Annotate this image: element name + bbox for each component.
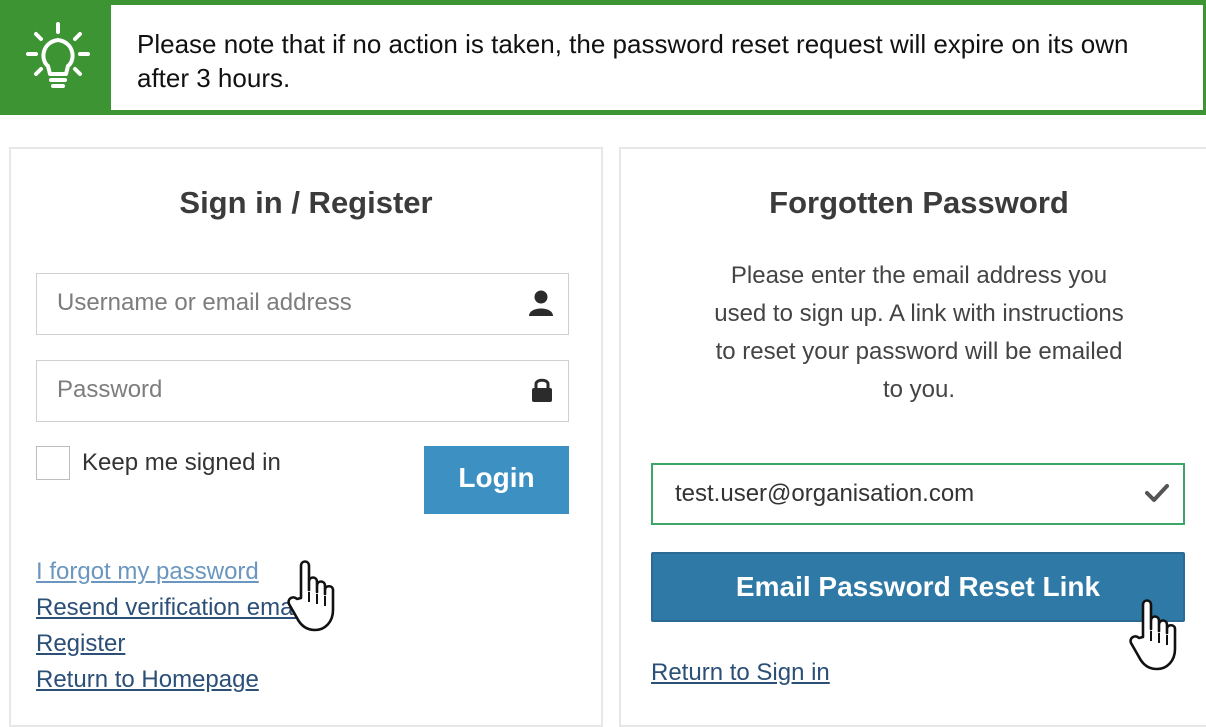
keep-signed-in-checkbox[interactable] [36, 446, 70, 480]
reset-email-input[interactable]: test.user@organisation.com [651, 463, 1185, 525]
username-placeholder: Username or email address [57, 289, 352, 316]
user-icon [529, 290, 553, 316]
description-line: used to sign up. A link with instruction… [714, 300, 1124, 327]
tip-text: Please note that if no action is taken, … [137, 29, 1129, 93]
checkmark-icon [1145, 484, 1169, 502]
description-line: to you. [882, 376, 956, 403]
return-homepage-link[interactable]: Return to Homepage [36, 662, 304, 698]
lightbulb-icon [26, 22, 90, 88]
resend-verification-link[interactable]: Resend verification email [36, 590, 304, 626]
hand-cursor-icon [287, 560, 335, 632]
keep-signed-in-label: Keep me signed in [82, 449, 281, 476]
password-placeholder: Password [57, 376, 163, 403]
password-field[interactable]: Password [36, 360, 569, 422]
signin-links: I forgot my password Resend verification… [36, 554, 304, 698]
reset-email-value: test.user@organisation.com [675, 480, 975, 507]
email-reset-link-button[interactable]: Email Password Reset Link [651, 552, 1185, 622]
tip-icon-box [0, 0, 111, 115]
description-line: to reset your password will be emailed [715, 338, 1123, 365]
lock-icon [532, 378, 552, 402]
hand-cursor-icon [1129, 599, 1177, 671]
forgot-description: Please enter the email address you used … [621, 257, 1206, 409]
tip-border-bottom [0, 110, 1206, 115]
description-line: Please enter the email address you [730, 262, 1108, 289]
username-field[interactable]: Username or email address [36, 273, 569, 335]
return-to-signin-link[interactable]: Return to Sign in [651, 656, 830, 690]
forgot-title: Forgotten Password [769, 185, 1069, 220]
forgot-password-link[interactable]: I forgot my password [36, 554, 304, 590]
register-link[interactable]: Register [36, 626, 304, 662]
signin-title: Sign in / Register [179, 185, 433, 220]
tip-border-top [0, 0, 1206, 5]
signin-panel: Sign in / Register Username or email add… [9, 147, 603, 727]
forgot-panel: Forgotten Password Please enter the emai… [619, 147, 1206, 727]
login-button[interactable]: Login [424, 446, 569, 514]
tip-banner: Please note that if no action is taken, … [0, 0, 1206, 115]
